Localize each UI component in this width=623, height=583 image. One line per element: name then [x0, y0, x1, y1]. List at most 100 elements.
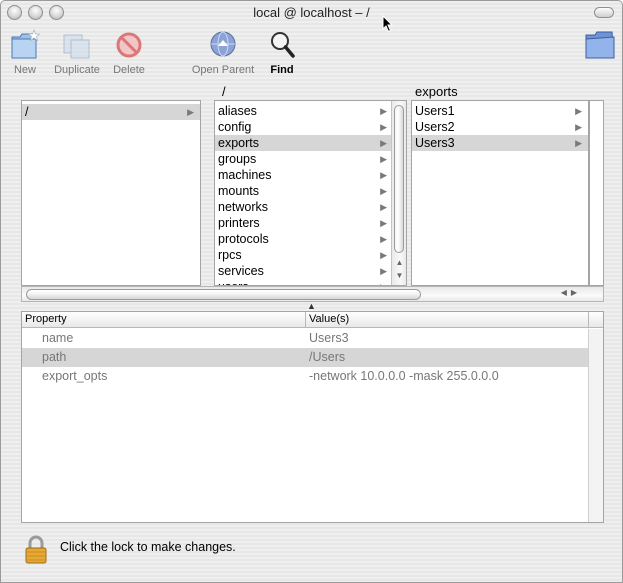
- list-item-label: aliases: [218, 104, 257, 118]
- header-corner: [588, 312, 603, 328]
- table-row[interactable]: path /Users: [22, 348, 588, 367]
- disclosure-arrow-icon: ▶: [380, 106, 387, 116]
- open-parent-label: Open Parent: [191, 64, 255, 76]
- scroll-down-arrow-icon[interactable]: ▼: [392, 269, 406, 282]
- list-item[interactable]: networks ▶: [215, 199, 393, 215]
- list-item[interactable]: Users1 ▶: [412, 103, 588, 119]
- new-folder-icon: [8, 29, 42, 61]
- folder-icon: [583, 29, 617, 61]
- mouse-cursor-icon: [382, 15, 394, 33]
- list-item-label: mounts: [218, 184, 259, 198]
- list-item[interactable]: exports ▶: [215, 135, 393, 151]
- duplicate-icon: [60, 29, 94, 61]
- disclosure-arrow-icon: ▶: [380, 170, 387, 180]
- toolbar-toggle-button[interactable]: [594, 7, 614, 18]
- column-divider: [305, 312, 306, 328]
- list-item-label: config: [218, 120, 252, 134]
- lock-icon: [25, 535, 47, 564]
- list-item-label: machines: [218, 168, 272, 182]
- browser-horizontal-scrollbar[interactable]: ◀▶: [21, 286, 604, 302]
- lock-button[interactable]: [23, 535, 49, 568]
- list-item[interactable]: config ▶: [215, 119, 393, 135]
- new-label: New: [13, 64, 36, 76]
- list-item[interactable]: rpcs ▶: [215, 247, 393, 263]
- delete-button[interactable]: Delete: [109, 29, 149, 76]
- list-item[interactable]: printers ▶: [215, 215, 393, 231]
- disclosure-arrow-icon: ▶: [380, 250, 387, 260]
- list-item[interactable]: / ▶: [22, 104, 200, 120]
- list-item[interactable]: services ▶: [215, 263, 393, 279]
- list-item-label: networks: [218, 200, 269, 214]
- property-cell: path: [42, 350, 67, 364]
- list-item-label: rpcs: [218, 248, 242, 262]
- list-item[interactable]: protocols ▶: [215, 231, 393, 247]
- duplicate-button[interactable]: Duplicate: [50, 29, 104, 76]
- list-item-label: protocols: [218, 232, 269, 246]
- disclosure-arrow-icon: ▶: [380, 122, 387, 132]
- scroll-up-arrow-icon[interactable]: ▲: [392, 256, 406, 269]
- list-item-label: groups: [218, 152, 257, 166]
- browser-column-3[interactable]: Users1 ▶ Users2 ▶ Users3 ▶: [411, 100, 589, 286]
- disclosure-arrow-icon: ▶: [380, 138, 387, 148]
- window-title: local @ localhost – /: [253, 5, 370, 20]
- open-parent-button[interactable]: Open Parent: [189, 29, 257, 76]
- browser-column-1[interactable]: / ▶: [21, 100, 201, 286]
- value-cell[interactable]: -network 10.0.0.0 -mask 255.0.0.0: [309, 367, 499, 386]
- list-item[interactable]: groups ▶: [215, 151, 393, 167]
- disclosure-arrow-icon: ▶: [380, 186, 387, 196]
- disclosure-arrow-icon: ▶: [187, 107, 194, 117]
- globe-icon: [206, 29, 240, 61]
- column4-stub: [589, 100, 604, 286]
- property-cell: export_opts: [42, 369, 108, 383]
- title-bar: local @ localhost – /: [1, 1, 622, 33]
- list-item[interactable]: Users3 ▶: [412, 135, 588, 151]
- values-column-header[interactable]: Value(s): [309, 313, 349, 325]
- value-cell[interactable]: Users3: [309, 329, 349, 348]
- netinfo-manager-window: local @ localhost – / New Duplicate Dele…: [0, 0, 623, 583]
- disclosure-arrow-icon: ▶: [575, 122, 582, 132]
- list-item-label: Users3: [415, 136, 455, 150]
- new-button[interactable]: New: [7, 29, 43, 76]
- list-item-label: /: [25, 105, 29, 119]
- folder-button[interactable]: [583, 29, 617, 64]
- table-vertical-scrollbar[interactable]: [588, 329, 603, 522]
- list-item[interactable]: mounts ▶: [215, 183, 393, 199]
- find-button[interactable]: Find: [265, 29, 299, 76]
- disclosure-arrow-icon: ▶: [380, 234, 387, 244]
- disclosure-arrow-icon: ▶: [575, 106, 582, 116]
- list-item-label: Users2: [415, 120, 455, 134]
- horizontal-scroll-arrows-icon[interactable]: ◀▶: [561, 288, 581, 297]
- list-item-label: exports: [218, 136, 259, 150]
- property-column-header[interactable]: Property: [25, 313, 67, 325]
- lock-message: Click the lock to make changes.: [60, 540, 236, 554]
- column2-vertical-scrollbar[interactable]: ▲ ▼: [391, 101, 406, 285]
- properties-table: Property Value(s) name Users3 path /User…: [21, 311, 604, 523]
- magnifier-icon: [265, 29, 299, 61]
- list-item[interactable]: Users2 ▶: [412, 119, 588, 135]
- horizontal-scroll-thumb[interactable]: [26, 289, 421, 300]
- property-cell: name: [42, 331, 74, 345]
- list-item[interactable]: aliases ▶: [215, 103, 393, 119]
- disclosure-arrow-icon: ▶: [380, 266, 387, 276]
- table-row[interactable]: export_opts -network 10.0.0.0 -mask 255.…: [22, 367, 588, 386]
- table-row[interactable]: name Users3: [22, 329, 588, 348]
- splitter-handle-icon[interactable]: ▲: [307, 301, 316, 311]
- list-item[interactable]: machines ▶: [215, 167, 393, 183]
- delete-label: Delete: [113, 64, 145, 76]
- delete-icon: [112, 29, 146, 61]
- disclosure-arrow-icon: ▶: [380, 154, 387, 164]
- duplicate-label: Duplicate: [54, 64, 100, 76]
- find-label: Find: [270, 64, 294, 76]
- scroll-thumb[interactable]: [394, 105, 404, 253]
- browser-column-2[interactable]: aliases ▶ config ▶ exports ▶ groups ▶ machin…: [214, 100, 407, 286]
- disclosure-arrow-icon: ▶: [575, 138, 582, 148]
- value-cell[interactable]: /Users: [309, 348, 345, 367]
- list-item-label: services: [218, 264, 264, 278]
- disclosure-arrow-icon: ▶: [380, 279, 387, 285]
- table-header: Property Value(s): [22, 312, 603, 328]
- list-item[interactable]: users▶: [215, 279, 393, 285]
- list-item-label: Users1: [415, 104, 455, 118]
- column3-header: exports: [415, 84, 458, 99]
- disclosure-arrow-icon: ▶: [380, 218, 387, 228]
- list-item-label: printers: [218, 216, 260, 230]
